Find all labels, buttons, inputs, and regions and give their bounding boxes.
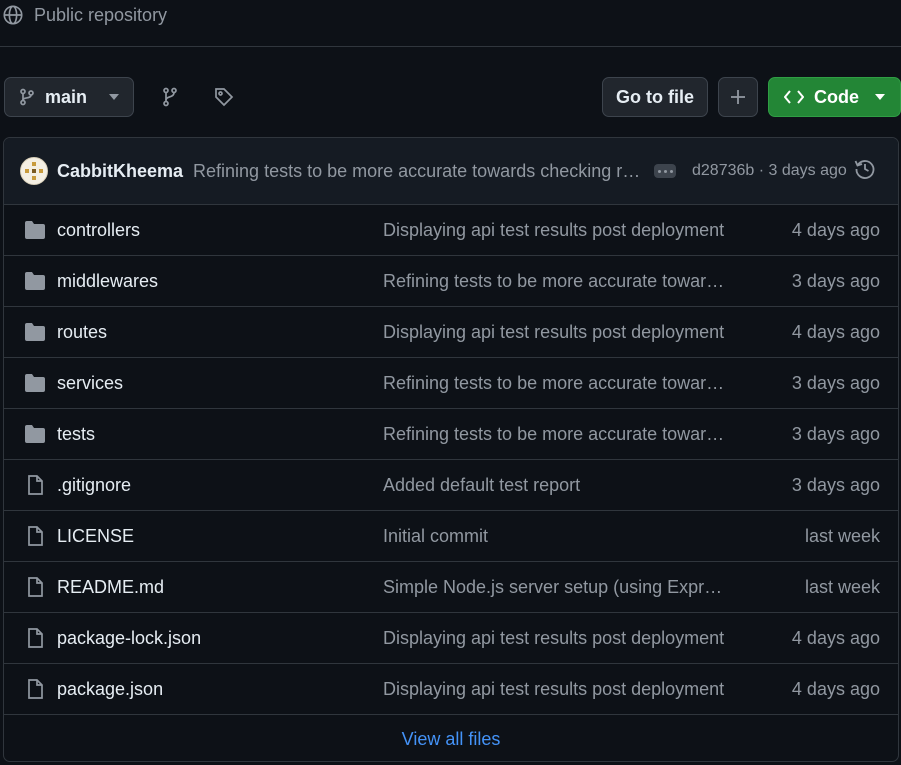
plus-icon (731, 90, 745, 104)
file-commit-message[interactable]: Simple Node.js server setup (using Expre… (383, 577, 729, 598)
file-icon (24, 577, 46, 597)
file-name[interactable]: controllers (57, 220, 140, 241)
branch-icon (20, 88, 34, 106)
kebab-dot (669, 169, 673, 173)
file-commit-message[interactable]: Initial commit (383, 526, 729, 547)
folder-icon (24, 271, 46, 291)
file-commit-date: 3 days ago (791, 423, 880, 444)
branch-name: main (45, 86, 88, 107)
file-commit-message[interactable]: Displaying api test results post deploym… (383, 679, 729, 700)
file-name[interactable]: middlewares (57, 271, 158, 292)
go-to-file-button[interactable]: Go to file (602, 77, 708, 117)
file-row[interactable]: controllers Displaying api test results … (4, 205, 898, 256)
file-row[interactable]: .gitignore Added default test report 3 d… (4, 460, 898, 511)
file-name[interactable]: LICENSE (57, 526, 134, 547)
commit-message[interactable]: Refining tests to be more accurate towar… (193, 161, 649, 182)
folder-icon (24, 220, 46, 240)
header-divider (0, 46, 901, 47)
file-row[interactable]: LICENSE Initial commit last week (4, 511, 898, 562)
file-icon (24, 679, 46, 699)
kebab-dot (663, 169, 667, 173)
folder-icon (24, 424, 46, 444)
file-commit-message[interactable]: Added default test report (383, 475, 729, 496)
file-row[interactable]: services Refining tests to be more accur… (4, 358, 898, 409)
file-commit-date: 4 days ago (791, 678, 880, 699)
file-row[interactable]: package.json Displaying api test results… (4, 664, 898, 715)
file-commit-date: 4 days ago (791, 321, 880, 342)
code-button-label: Code (814, 86, 859, 107)
file-name[interactable]: .gitignore (57, 475, 131, 496)
caret-down-icon (875, 94, 885, 100)
file-browser: CabbitKheema Refining tests to be more a… (3, 137, 899, 762)
file-name[interactable]: package-lock.json (57, 628, 201, 649)
repo-toolbar: main Go to file Code (4, 77, 901, 117)
caret-down-icon (109, 94, 119, 100)
visibility-label: Public repository (34, 4, 168, 25)
commit-hash-time[interactable]: d28736b · 3 days ago (692, 162, 847, 180)
branch-selector[interactable]: main (4, 77, 134, 117)
file-name[interactable]: README.md (57, 577, 164, 598)
file-icon (24, 526, 46, 546)
branches-button[interactable] (162, 87, 178, 107)
avatar[interactable] (20, 157, 48, 185)
repo-visibility: Public repository (0, 0, 167, 30)
file-icon (24, 475, 46, 495)
file-commit-message[interactable]: Refining tests to be more accurate towar… (383, 271, 729, 292)
tags-button[interactable] (214, 87, 234, 107)
file-name[interactable]: package.json (57, 679, 163, 700)
file-commit-message[interactable]: Refining tests to be more accurate towar… (383, 373, 729, 394)
commit-more-button[interactable] (654, 164, 676, 178)
file-icon (24, 628, 46, 648)
file-commit-date: 4 days ago (791, 627, 880, 648)
avatar-pattern-icon (25, 162, 43, 180)
code-icon (784, 90, 804, 104)
file-commit-date: 3 days ago (791, 270, 880, 291)
folder-icon (24, 322, 46, 342)
file-row[interactable]: README.md Simple Node.js server setup (u… (4, 562, 898, 613)
branches-icon (163, 87, 177, 107)
file-row[interactable]: middlewares Refining tests to be more ac… (4, 256, 898, 307)
kebab-icon (657, 169, 661, 173)
file-list: controllers Displaying api test results … (4, 205, 898, 715)
view-all-files-link[interactable]: View all files (4, 715, 898, 761)
file-commit-message[interactable]: Displaying api test results post deploym… (383, 322, 729, 343)
file-commit-date: last week (804, 576, 880, 597)
file-commit-date: 4 days ago (791, 219, 880, 240)
file-commit-message[interactable]: Refining tests to be more accurate towar… (383, 424, 729, 445)
tag-icon (215, 88, 234, 107)
history-icon (854, 159, 875, 179)
globe-icon (3, 5, 23, 25)
add-file-button[interactable] (718, 77, 758, 117)
file-name[interactable]: services (57, 373, 123, 394)
commit-author[interactable]: CabbitKheema (57, 161, 183, 182)
file-row[interactable]: routes Displaying api test results post … (4, 307, 898, 358)
file-commit-message[interactable]: Displaying api test results post deploym… (383, 628, 729, 649)
file-row[interactable]: tests Refining tests to be more accurate… (4, 409, 898, 460)
file-commit-message[interactable]: Displaying api test results post deploym… (383, 220, 729, 241)
file-commit-date: last week (804, 525, 880, 546)
history-button[interactable] (854, 158, 876, 185)
file-name[interactable]: tests (57, 424, 95, 445)
file-commit-date: 3 days ago (791, 474, 880, 495)
file-name[interactable]: routes (57, 322, 107, 343)
file-row[interactable]: package-lock.json Displaying api test re… (4, 613, 898, 664)
folder-icon (24, 373, 46, 393)
code-button[interactable]: Code (768, 77, 901, 117)
file-commit-date: 3 days ago (791, 372, 880, 393)
latest-commit-bar: CabbitKheema Refining tests to be more a… (4, 138, 898, 205)
